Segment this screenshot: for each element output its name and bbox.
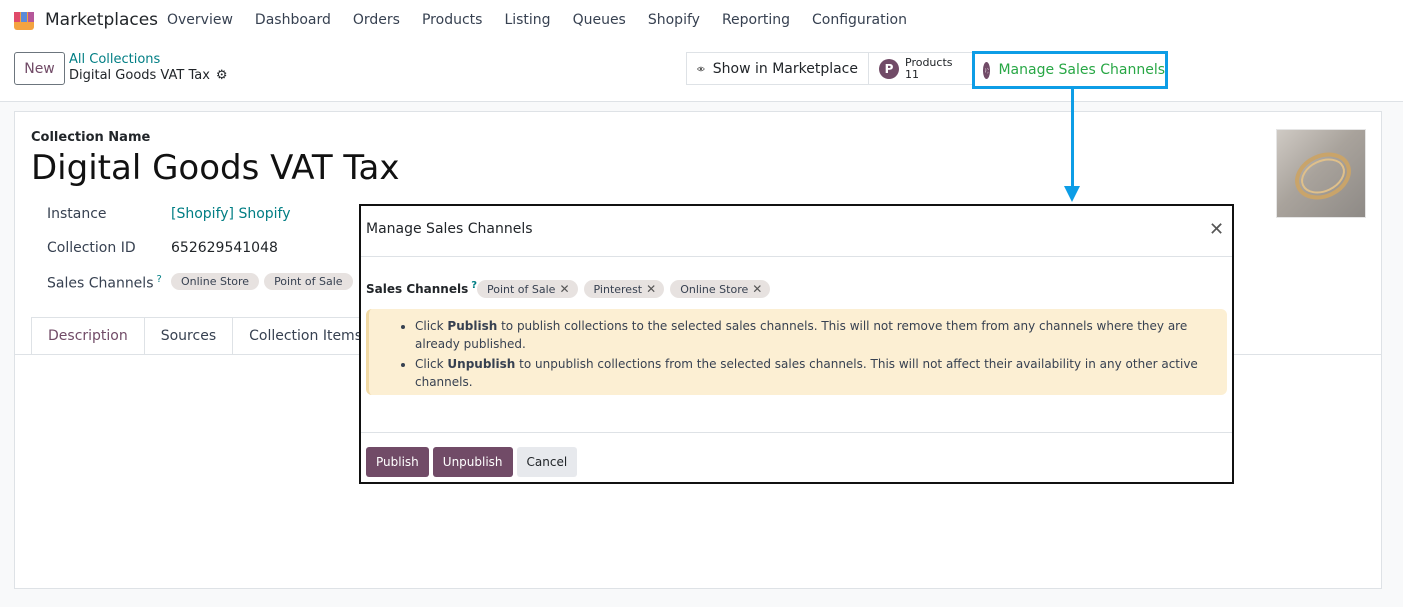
dialog-sales-channels-label: Sales Channels? [366,280,477,296]
menu-queues[interactable]: Queues [573,12,626,28]
info-item-unpublish: Click Unpublish to unpublish collections… [415,355,1217,391]
collection-id-value[interactable]: 652629541048 [171,240,278,256]
menu-orders[interactable]: Orders [353,12,400,28]
help-icon[interactable]: ? [156,274,161,285]
record-title[interactable]: Digital Goods VAT Tax [31,148,400,188]
app-name[interactable]: Marketplaces [45,10,158,30]
dialog-footer: Publish Unpublish Cancel [366,447,578,477]
note-bold: Unpublish [447,357,516,371]
dialog-sales-channels-label-text: Sales Channels [366,282,469,296]
breadcrumb-current-label: Digital Goods VAT Tax [69,68,210,83]
control-panel: New All Collections Digital Goods VAT Ta… [0,42,1403,102]
new-button[interactable]: New [14,52,65,85]
note-bold: Publish [447,319,498,333]
dialog-tag-label: Online Store [680,282,749,296]
dialog-title: Manage Sales Channels [366,221,533,237]
tab-description[interactable]: Description [31,317,145,355]
smart-buttons: Show in Marketplace P Products 11 [686,52,974,85]
note-prefix: Click [415,357,448,371]
instance-value[interactable]: [Shopify] Shopify [171,206,291,222]
menu-configuration[interactable]: Configuration [812,12,907,28]
breadcrumb-parent[interactable]: All Collections [69,52,160,67]
dialog-footer-divider [361,432,1232,433]
sales-channels-label-text: Sales Channels [47,275,154,292]
close-icon[interactable]: ✕ [1209,219,1224,240]
eye-icon [697,66,705,71]
breadcrumb-current: Digital Goods VAT Tax ⚙ [69,68,228,83]
sales-channels-tags[interactable]: Online Store Point of Sale [171,273,358,290]
bracelet-image-icon [1295,152,1351,200]
manage-sales-channels-label: Manage Sales Channels [998,62,1165,78]
cancel-button[interactable]: Cancel [516,447,578,477]
info-list: Click Publish to publish collections to … [399,317,1217,391]
top-navbar: Marketplaces Overview Dashboard Orders P… [0,0,1403,42]
dialog-tag-online-store: Online Store ✕ [670,280,771,298]
manage-sales-channels-dialog: Manage Sales Channels ✕ Sales Channels? … [359,204,1234,484]
menu-shopify[interactable]: Shopify [648,12,700,28]
collection-image[interactable] [1276,129,1366,218]
tag-point-of-sale: Point of Sale [264,273,353,290]
products-count: 11 [905,67,919,81]
dialog-tag-label: Pinterest [593,282,643,296]
collection-id-label: Collection ID [47,240,136,256]
remove-tag-icon[interactable]: ✕ [559,282,569,296]
app-logo-icon[interactable] [12,8,36,32]
remove-tag-icon[interactable]: ✕ [646,282,656,296]
menu-reporting[interactable]: Reporting [722,12,790,28]
sales-channels-label: Sales Channels? [47,274,162,292]
menu-overview[interactable]: Overview [167,12,233,28]
publish-button[interactable]: Publish [366,447,429,477]
dialog-sales-channels-tags[interactable]: Point of Sale ✕ Pinterest ✕ Online Store… [477,280,771,298]
products-smart-text: Products 11 [905,56,953,81]
menu-listing[interactable]: Listing [504,12,550,28]
collection-name-label: Collection Name [31,130,151,145]
manage-sales-channels-button[interactable]: Manage Sales Channels [972,51,1168,89]
globe-icon [983,61,991,79]
products-icon: P [879,58,899,79]
gear-icon[interactable]: ⚙ [216,68,228,83]
dialog-tag-label: Point of Sale [487,282,556,296]
info-alert: Click Publish to publish collections to … [366,309,1227,395]
show-in-marketplace-label: Show in Marketplace [712,60,858,77]
tag-online-store: Online Store [171,273,260,290]
menu-dashboard[interactable]: Dashboard [255,12,331,28]
note-rest: to unpublish collections from the select… [415,357,1198,389]
menu-products[interactable]: Products [422,12,482,28]
dialog-tag-point-of-sale: Point of Sale ✕ [477,280,578,298]
notebook-tabs: Description Sources Collection Items [31,317,379,355]
note-prefix: Click [415,319,448,333]
note-rest: to publish collections to the selected s… [415,319,1188,351]
info-item-publish: Click Publish to publish collections to … [415,317,1217,353]
instance-label: Instance [47,206,107,222]
show-in-marketplace-button[interactable]: Show in Marketplace [687,53,869,84]
products-smart-button[interactable]: P Products 11 [869,53,973,84]
tab-sources[interactable]: Sources [144,317,234,355]
annotation-arrow-head [1064,186,1080,202]
dialog-tag-pinterest: Pinterest ✕ [583,280,665,298]
dialog-header: Manage Sales Channels ✕ [361,206,1232,257]
remove-tag-icon[interactable]: ✕ [752,282,762,296]
annotation-arrow-line [1071,89,1074,189]
main-menu: Overview Dashboard Orders Products Listi… [167,12,929,28]
tab-collection-items[interactable]: Collection Items [233,317,379,355]
unpublish-button[interactable]: Unpublish [432,447,513,477]
